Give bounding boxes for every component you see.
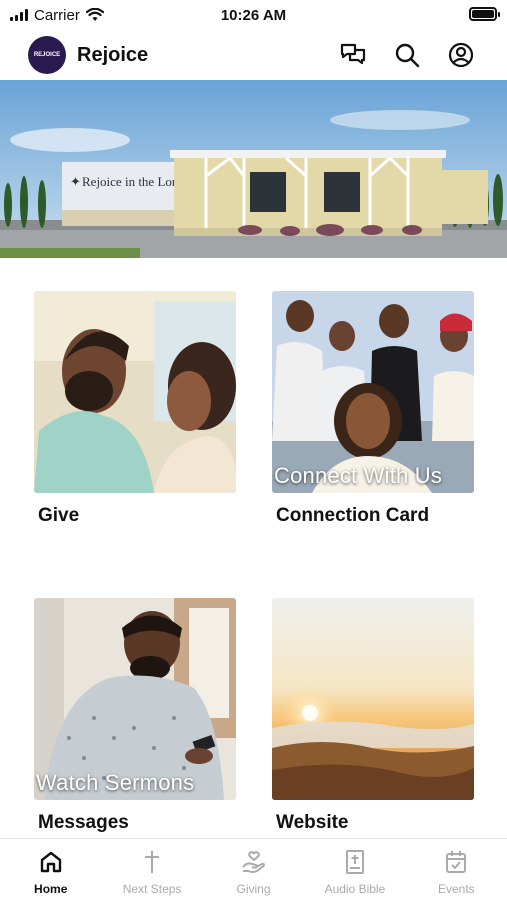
tile-give[interactable]: Give xyxy=(34,291,236,527)
tab-label-next-steps: Next Steps xyxy=(122,882,182,896)
tab-label-home: Home xyxy=(34,882,68,896)
profile-icon xyxy=(448,42,474,68)
calendar-check-icon xyxy=(443,849,469,875)
bible-icon xyxy=(342,849,368,875)
signal-icon xyxy=(10,9,28,21)
battery-icon xyxy=(469,7,500,21)
search-icon xyxy=(395,43,420,68)
tab-giving[interactable]: Giving xyxy=(203,839,304,900)
tab-events[interactable]: Events xyxy=(406,839,507,900)
connection-card-image: Connect With Us xyxy=(272,291,474,493)
hero-banner: ✦ Rejoice in the Lord xyxy=(0,80,507,258)
messages-image: Watch Sermons xyxy=(34,598,236,800)
search-button[interactable] xyxy=(389,37,425,73)
tile-connection-card[interactable]: Connect With Us Connection Card xyxy=(272,291,474,527)
cross-icon xyxy=(139,849,165,875)
tile-overlay-connect: Connect With Us xyxy=(274,463,443,488)
logo-text: REJOICE xyxy=(33,52,61,58)
profile-button[interactable] xyxy=(443,37,479,73)
tile-website[interactable]: Website xyxy=(272,598,474,834)
tile-overlay-sermons: Watch Sermons xyxy=(36,770,195,795)
building-sign-text: Rejoice in the Lord xyxy=(82,174,183,189)
status-bar: Carrier 10:26 AM xyxy=(0,0,507,30)
svg-text:✦: ✦ xyxy=(70,174,81,189)
give-image xyxy=(34,291,236,493)
tab-label-events: Events xyxy=(437,882,475,896)
tab-label-giving: Giving xyxy=(236,882,271,896)
tab-audio-bible[interactable]: Audio Bible xyxy=(304,839,405,900)
sunrise-photo xyxy=(272,598,474,800)
wifi-icon xyxy=(85,8,104,21)
giving-hand-heart-icon xyxy=(241,849,267,875)
church-logo[interactable]: REJOICE xyxy=(28,36,66,74)
tile-label-messages: Messages xyxy=(38,812,129,833)
header-actions xyxy=(335,37,479,73)
tab-next-steps[interactable]: Next Steps xyxy=(101,839,202,900)
website-image xyxy=(272,598,474,800)
tile-messages[interactable]: Watch Sermons Messages xyxy=(34,598,236,834)
status-left: Carrier xyxy=(10,7,104,24)
give-photo xyxy=(34,291,236,493)
carrier-label: Carrier xyxy=(34,6,80,24)
tile-label-website: Website xyxy=(276,812,349,833)
church-building-image: ✦ Rejoice in the Lord xyxy=(0,80,507,258)
messages-button[interactable] xyxy=(335,37,371,73)
home-icon xyxy=(38,849,64,875)
tile-label-give: Give xyxy=(38,505,80,526)
app-title: Rejoice xyxy=(77,43,149,66)
tab-label-audio-bible: Audio Bible xyxy=(324,882,386,896)
tile-label-connection-card: Connection Card xyxy=(276,505,430,526)
app-header: REJOICE Rejoice xyxy=(0,30,507,80)
tab-home[interactable]: Home xyxy=(0,839,101,900)
chat-bubbles-icon xyxy=(340,43,366,65)
bottom-tab-bar: Home Next Steps Giving Audio Bible Event… xyxy=(0,838,507,900)
